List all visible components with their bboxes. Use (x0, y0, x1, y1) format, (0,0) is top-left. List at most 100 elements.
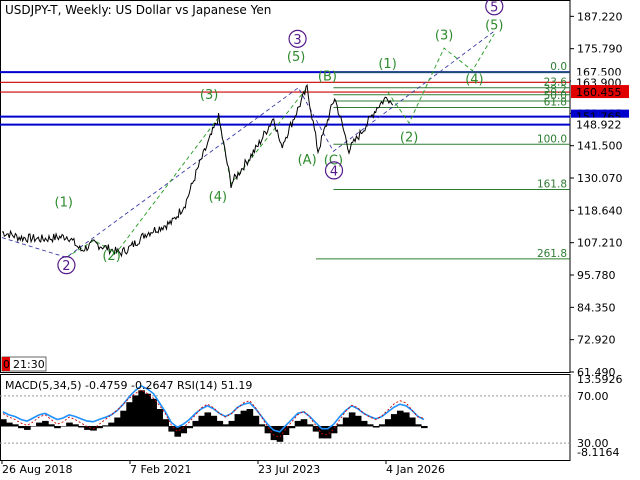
indicator-tick-label: 13.5926 (577, 373, 623, 386)
time-badge-time: 21:30 (13, 358, 45, 371)
macd-bar (294, 420, 302, 427)
rsi-line (2, 389, 425, 438)
macd-bar (342, 417, 350, 427)
macd-bar (60, 426, 67, 427)
wave-label: (5) (287, 50, 305, 65)
macd-bar (336, 424, 344, 427)
fib-label: 161.8 (537, 179, 567, 191)
wave-label: (3) (200, 88, 218, 103)
wave-label: (4) (209, 190, 227, 205)
macd-bar (420, 426, 428, 429)
macd-bar (132, 395, 139, 427)
fib-label: 0.0 (550, 61, 567, 73)
price-badge-label: 160.455 (576, 86, 622, 99)
macd-bar (30, 426, 37, 427)
macd-bar (66, 422, 73, 427)
x-tick-label: 23 Jul 2023 (258, 463, 320, 476)
macd-bar (126, 402, 133, 427)
indicator-title: MACD(5,34,5) -0.4759 -0.2647 RSI(14) 51.… (5, 379, 252, 392)
macd-bar (114, 417, 121, 427)
macd-bar (108, 422, 115, 427)
macd-bar (354, 415, 362, 427)
macd-bar (396, 410, 404, 427)
y-tick-label: 72.920 (577, 334, 616, 347)
y-tick-label: 130.070 (577, 172, 623, 185)
wave-label: (2) (102, 249, 120, 264)
indicator-tick-label: 70.00 (577, 390, 609, 403)
macd-bar (168, 426, 176, 432)
macd-bar (288, 426, 296, 429)
macd-bar (378, 424, 386, 427)
time-axis: 26 Aug 2018 7 Feb 2021 23 Jul 2023 4 Jan 20… (1, 460, 445, 476)
macd-bar (312, 426, 320, 432)
macd-bar (36, 422, 43, 427)
macd-bar (156, 409, 163, 427)
macd-bar (408, 417, 416, 427)
x-tick-label: 4 Jan 2026 (386, 463, 445, 476)
macd-rsi-panel: MACD(5,34,5) -0.4759 -0.2647 RSI(14) 51.… (0, 373, 623, 459)
macd-bar (18, 426, 25, 429)
macd-bar (348, 412, 356, 427)
macd-bar (12, 424, 19, 427)
fib-label: 61.8 (544, 96, 567, 108)
wave-label: (4) (465, 72, 483, 87)
macd-bar (42, 420, 49, 427)
macd-bar (72, 424, 79, 427)
wave-path (66, 87, 308, 258)
macd-bar (162, 419, 169, 427)
wave-label: (1) (378, 57, 396, 72)
wave-label: (2) (400, 130, 418, 145)
y-tick-label: 84.350 (577, 301, 616, 314)
macd-bar (6, 422, 13, 427)
wave-label: 2 (62, 259, 70, 274)
macd-bar (330, 426, 338, 434)
wave-label: (B) (318, 70, 337, 85)
macd-bar (54, 426, 61, 429)
price-badges: 167.500163.900160.455151.765148.9220 21:3… (1, 65, 629, 372)
macd-bar (48, 424, 55, 427)
wave-label: 5 (490, 0, 498, 15)
macd-bar (216, 420, 224, 427)
macd-bar (300, 419, 308, 427)
wave-label: 4 (330, 164, 338, 179)
macd-bar (24, 426, 31, 430)
macd-bar (120, 410, 127, 427)
wave-label: (5) (485, 19, 503, 34)
macd-bar (150, 398, 157, 427)
macd-bar (234, 414, 242, 427)
x-tick-label: 7 Feb 2021 (130, 463, 191, 476)
indicator-tick-label: -8.1164 (577, 446, 619, 459)
macd-bar (144, 393, 151, 427)
macd-bar (306, 424, 314, 427)
price-chart[interactable]: 0.023.638.250.061.8100.0161.8261.8 (1)2(… (0, 0, 640, 480)
fibonacci-levels: 0.023.638.250.061.8100.0161.8261.8 (316, 61, 570, 260)
macd-bar (384, 419, 392, 427)
macd-bar (0, 419, 7, 427)
macd-bar (366, 424, 374, 427)
macd-bar (78, 426, 85, 428)
wave-label: 3 (293, 33, 301, 48)
macd-bar (228, 420, 236, 427)
wave-label: (1) (55, 195, 73, 210)
macd-bar (252, 415, 260, 427)
macd-bar (414, 424, 422, 427)
macd-bar (198, 415, 206, 427)
y-tick-label: 95.780 (577, 269, 616, 282)
wave-label: (3) (435, 29, 453, 44)
y-tick-label: 118.640 (577, 204, 623, 217)
main-panel-border (0, 0, 571, 373)
fib-label: 261.8 (537, 248, 567, 260)
wave-label: (A) (298, 153, 317, 168)
macd-bar (240, 410, 248, 427)
macd-bar (360, 420, 368, 427)
macd-bar (258, 424, 266, 427)
macd-bar (186, 426, 194, 429)
macd-bar (138, 390, 145, 427)
macd-bar (102, 425, 109, 427)
macd-bar (210, 415, 218, 427)
macd-bar (192, 420, 200, 427)
x-tick-label: 26 Aug 2018 (2, 463, 72, 476)
fib-label: 100.0 (537, 133, 567, 145)
y-tick-label: 175.790 (577, 43, 623, 56)
macd-bar (390, 414, 398, 427)
